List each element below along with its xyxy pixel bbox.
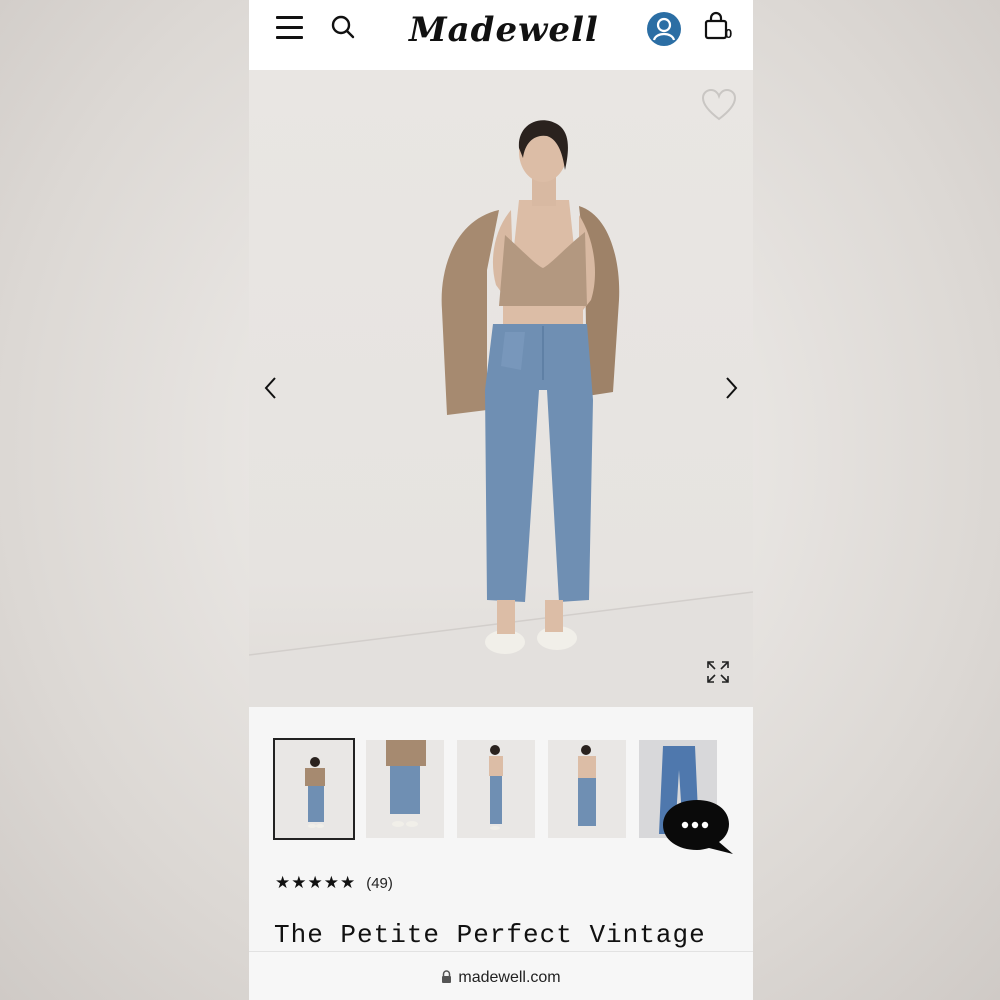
thumbnail-2[interactable] — [366, 740, 444, 838]
menu-icon[interactable] — [276, 14, 304, 40]
browser-url-bar[interactable]: madewell.com — [249, 951, 753, 1000]
url-text: madewell.com — [458, 969, 561, 986]
search-icon[interactable] — [330, 14, 356, 40]
chevron-left-icon[interactable] — [261, 374, 281, 402]
chat-bubble-icon[interactable] — [661, 798, 733, 858]
site-header: Madewell 0 — [249, 0, 753, 70]
expand-icon[interactable] — [706, 660, 730, 684]
product-rating[interactable]: ★★★★★ (49) — [275, 871, 393, 895]
thumbnail-4[interactable] — [548, 740, 626, 838]
chevron-right-icon[interactable] — [721, 374, 741, 402]
bag-count-badge: 0 — [725, 26, 733, 41]
thumbnail-3[interactable] — [457, 740, 535, 838]
brand-logo[interactable]: Madewell — [409, 4, 598, 56]
product-photo — [249, 120, 753, 707]
review-count[interactable]: (49) — [366, 875, 393, 892]
account-icon[interactable] — [647, 12, 681, 46]
product-title: The Petite Perfect Vintage — [274, 920, 706, 950]
mobile-viewport: Madewell 0 ★★★★★ (49) The Petite Perfect… — [249, 0, 753, 1000]
rating-stars: ★★★★★ — [275, 873, 357, 892]
lock-icon — [442, 970, 452, 983]
thumbnail-1[interactable] — [273, 738, 355, 840]
product-hero-image[interactable] — [249, 70, 753, 707]
favorite-heart-icon[interactable] — [701, 88, 737, 122]
